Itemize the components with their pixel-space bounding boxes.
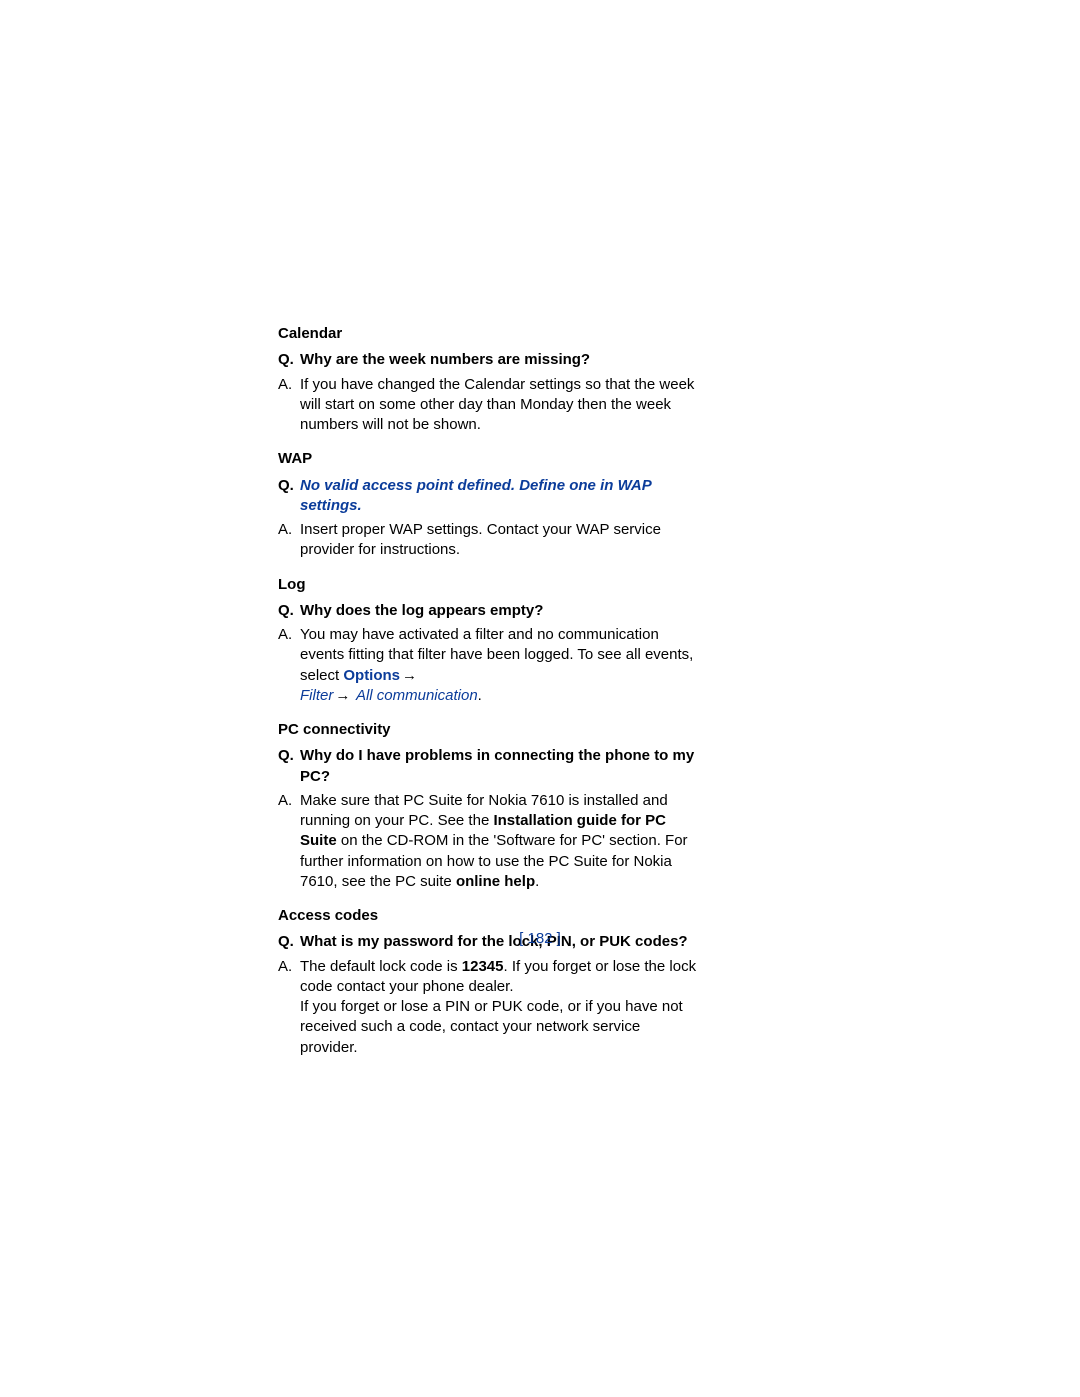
- answer-text-part1: The default lock code is: [300, 958, 462, 975]
- a-label: A.: [278, 625, 300, 706]
- q-label: Q.: [278, 350, 300, 370]
- qa-question-row: Q. Why are the week numbers are missing?: [278, 350, 698, 370]
- section-heading-wap: WAP: [278, 449, 698, 469]
- qa-answer-row: A. Insert proper WAP settings. Contact y…: [278, 520, 698, 561]
- qa-question-row: Q. Why does the log appears empty?: [278, 601, 698, 621]
- qa-answer-row: A. The default lock code is 12345. If yo…: [278, 957, 698, 1058]
- a-text: You may have activated a filter and no c…: [300, 625, 698, 706]
- a-label: A.: [278, 791, 300, 892]
- qa-answer-row: A. Make sure that PC Suite for Nokia 761…: [278, 791, 698, 892]
- section-heading-pc: PC connectivity: [278, 720, 698, 740]
- a-text: If you have changed the Calendar setting…: [300, 375, 698, 436]
- arrow-icon: →: [400, 667, 419, 684]
- q-label: Q.: [278, 476, 300, 517]
- answer-text-part3: .: [535, 873, 539, 890]
- q-text: Why do I have problems in connecting the…: [300, 746, 698, 787]
- qa-answer-row: A. If you have changed the Calendar sett…: [278, 375, 698, 436]
- section-heading-access: Access codes: [278, 906, 698, 926]
- answer-text-part3: If you forget or lose a PIN or PUK code,…: [300, 998, 683, 1056]
- q-text: Why are the week numbers are missing?: [300, 350, 698, 370]
- options-label: Options: [343, 667, 400, 684]
- page-number: [ 182 ]: [0, 930, 1080, 947]
- a-text: Make sure that PC Suite for Nokia 7610 i…: [300, 791, 698, 892]
- arrow-icon: →: [333, 687, 352, 704]
- a-label: A.: [278, 375, 300, 436]
- a-text: The default lock code is 12345. If you f…: [300, 957, 698, 1058]
- a-label: A.: [278, 957, 300, 1058]
- qa-question-row: Q. No valid access point defined. Define…: [278, 476, 698, 517]
- q-label: Q.: [278, 746, 300, 787]
- document-body: Calendar Q. Why are the week numbers are…: [278, 310, 698, 1062]
- q-text: Why does the log appears empty?: [300, 601, 698, 621]
- a-text: Insert proper WAP settings. Contact your…: [300, 520, 698, 561]
- all-communication-label: All communication: [352, 687, 477, 704]
- qa-answer-row: A. You may have activated a filter and n…: [278, 625, 698, 706]
- online-help-label: online help: [456, 873, 535, 890]
- a-label: A.: [278, 520, 300, 561]
- filter-label: Filter: [300, 687, 333, 704]
- section-heading-log: Log: [278, 575, 698, 595]
- q-label: Q.: [278, 601, 300, 621]
- qa-question-row: Q. Why do I have problems in connecting …: [278, 746, 698, 787]
- q-text-emphasis: No valid access point defined. Define on…: [300, 476, 698, 517]
- default-code: 12345: [462, 958, 504, 975]
- answer-text-post: .: [478, 687, 482, 704]
- section-heading-calendar: Calendar: [278, 324, 698, 344]
